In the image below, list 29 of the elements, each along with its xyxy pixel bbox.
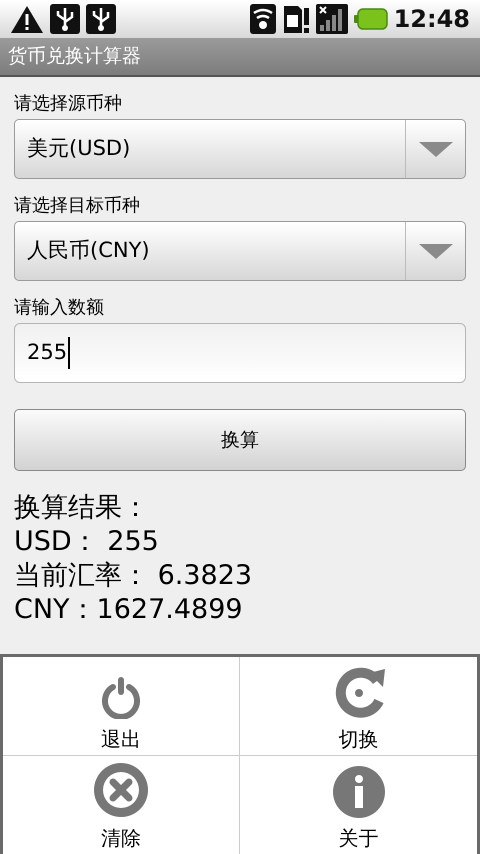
- clock-time: 12:48: [394, 4, 470, 35]
- battery-icon: [354, 7, 388, 31]
- field-label: 请选择目标币种: [14, 194, 141, 218]
- usb-icon: [50, 3, 80, 35]
- power-icon: [101, 676, 141, 718]
- menu-item[interactable]: 清除: [3, 756, 240, 854]
- warning-icon: [10, 4, 44, 34]
- result-text: 当前汇率： 6.3823: [14, 559, 254, 593]
- caret-icon: [418, 140, 452, 158]
- usb-icon: [86, 3, 116, 35]
- result-text: 换算结果：: [14, 491, 150, 525]
- amount-input-field[interactable]: 255: [14, 323, 466, 383]
- menu-item[interactable]: 退出: [3, 657, 240, 756]
- convert-button[interactable]: 换算: [14, 409, 466, 471]
- close-circle-icon: [93, 762, 149, 818]
- field-label: 请选择源币种: [14, 92, 123, 116]
- info-icon: [332, 766, 384, 818]
- window-title: 货币兑换计算器: [8, 44, 141, 70]
- sim-card-icon: [282, 3, 310, 35]
- dropdown[interactable]: 美元(USD): [14, 119, 466, 179]
- result-text: CNY：1627.4899: [14, 593, 244, 627]
- wifi-icon: [250, 3, 276, 35]
- result-text: USD： 255: [14, 525, 160, 559]
- field-label: 请输入数额: [14, 296, 105, 320]
- menu-item[interactable]: 切换: [240, 657, 477, 756]
- dropdown[interactable]: 人民币(CNY): [14, 221, 466, 281]
- menu-item[interactable]: 关于: [240, 756, 477, 854]
- caret-icon: [418, 242, 452, 260]
- signal-icon: [316, 3, 348, 35]
